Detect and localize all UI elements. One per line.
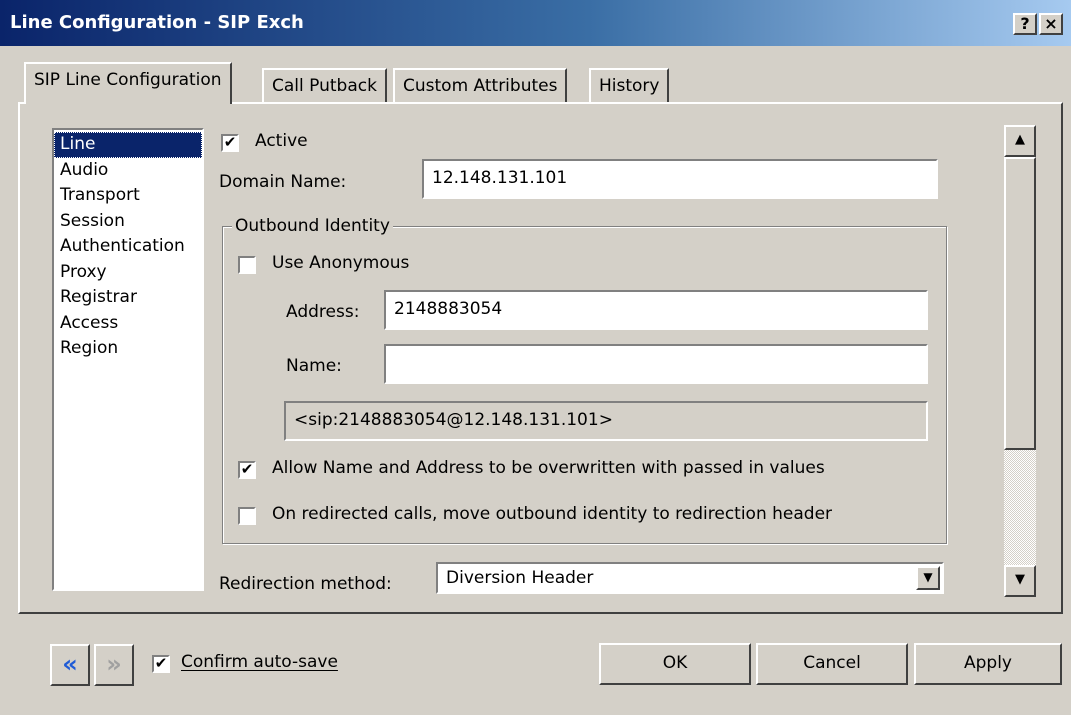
list-item-proxy[interactable]: Proxy — [54, 260, 202, 286]
list-item-audio[interactable]: Audio — [54, 158, 202, 184]
address-label: Address: — [286, 302, 360, 322]
confirm-autosave-checkbox[interactable]: ✔ — [152, 655, 170, 673]
confirm-autosave-label: Confirm auto-save — [181, 652, 338, 672]
title-bar: Line Configuration - SIP Exch ? × — [0, 0, 1071, 46]
back-arrow-icon[interactable]: « — [50, 644, 90, 686]
list-item-transport[interactable]: Transport — [54, 183, 202, 209]
close-button[interactable]: × — [1039, 13, 1063, 35]
list-item-region[interactable]: Region — [54, 336, 202, 362]
domain-name-input[interactable]: 12.148.131.101 — [422, 159, 938, 199]
help-button[interactable]: ? — [1013, 13, 1037, 35]
category-list[interactable]: Line Audio Transport Session Authenticat… — [52, 128, 204, 591]
tab-sip-line-configuration[interactable]: SIP Line Configuration — [24, 62, 232, 104]
redirection-method-select[interactable]: Diversion Header ▼ — [436, 562, 944, 594]
tab-history[interactable]: History — [589, 68, 670, 104]
address-input[interactable]: 2148883054 — [384, 290, 928, 330]
outbound-identity-label: Outbound Identity — [232, 216, 393, 236]
scrollbar-thumb[interactable] — [1004, 157, 1036, 450]
name-input[interactable] — [384, 344, 928, 384]
ok-button[interactable]: OK — [599, 643, 751, 685]
list-item-registrar[interactable]: Registrar — [54, 285, 202, 311]
apply-button[interactable]: Apply — [914, 643, 1062, 685]
chevron-down-icon[interactable]: ▼ — [916, 566, 940, 590]
active-checkbox[interactable]: ✔ — [221, 134, 239, 152]
redirect-identity-checkbox[interactable] — [238, 507, 256, 525]
redirection-method-label: Redirection method: — [219, 574, 392, 594]
sip-uri-display: <sip:2148883054@12.148.131.101> — [284, 401, 928, 441]
cancel-button[interactable]: Cancel — [756, 643, 908, 685]
vertical-scrollbar[interactable]: ▲ ▼ — [1004, 125, 1036, 597]
redirection-method-value: Diversion Header — [446, 568, 594, 588]
list-item-authentication[interactable]: Authentication — [54, 234, 202, 260]
list-item-session[interactable]: Session — [54, 209, 202, 235]
allow-overwrite-checkbox[interactable]: ✔ — [238, 461, 256, 479]
domain-name-label: Domain Name: — [219, 172, 347, 192]
tab-custom-attributes[interactable]: Custom Attributes — [393, 68, 568, 104]
forward-arrow-icon[interactable]: » — [94, 644, 134, 686]
scroll-up-icon[interactable]: ▲ — [1004, 125, 1036, 157]
redirect-identity-label: On redirected calls, move outbound ident… — [272, 504, 833, 524]
active-label: Active — [255, 131, 308, 151]
window-title: Line Configuration - SIP Exch — [10, 12, 304, 33]
scroll-down-icon[interactable]: ▼ — [1004, 565, 1036, 597]
use-anonymous-label: Use Anonymous — [272, 253, 410, 273]
list-item-line[interactable]: Line — [54, 132, 202, 158]
allow-overwrite-label: Allow Name and Address to be overwritten… — [272, 458, 825, 478]
name-label: Name: — [286, 356, 342, 376]
outbound-identity-group — [222, 226, 947, 544]
list-item-access[interactable]: Access — [54, 311, 202, 337]
use-anonymous-checkbox[interactable] — [238, 256, 256, 274]
tab-call-putback[interactable]: Call Putback — [262, 68, 387, 104]
